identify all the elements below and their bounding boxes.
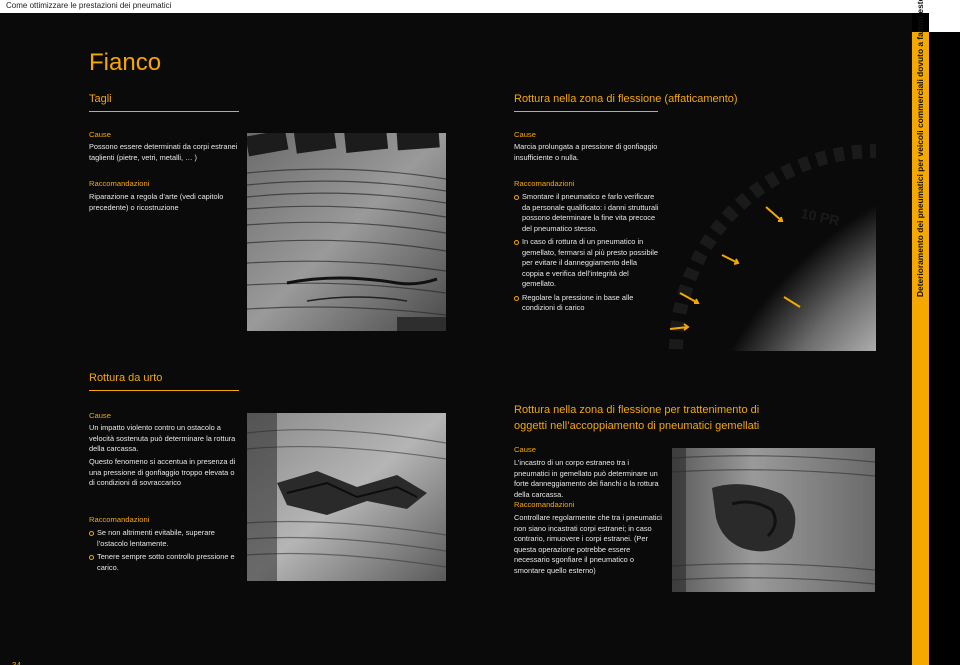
list-item: Se non altrimenti evitabile, superare l’… <box>89 528 239 549</box>
heading-rule <box>89 111 239 112</box>
recommendations-text: Riparazione a regola d’arte (vedi capito… <box>89 192 224 212</box>
recommendations-list: Se non altrimenti evitabile, superare l’… <box>89 528 239 576</box>
recommendations-label: Raccomandazioni <box>89 179 150 188</box>
section-heading-rottura-urto: Rottura da urto <box>89 372 163 384</box>
page-left: Fianco Tagli Cause Possono essere determ… <box>0 13 480 665</box>
photo-cut-sidewall <box>247 133 446 331</box>
tire-dual-damage-illustration <box>672 448 875 592</box>
list-item: Regolare la pressione in base alle condi… <box>514 293 659 314</box>
chapter-tab-label: Deterioramento dei pneumatici per veicol… <box>915 0 925 297</box>
cause-label: Cause <box>89 130 111 139</box>
bullet-icon <box>89 531 94 536</box>
cause-label: Cause <box>514 445 536 454</box>
recommendations-label: Raccomandazioni <box>89 515 150 524</box>
list-item: Smontare il pneumatico e farlo verificar… <box>514 192 659 234</box>
recommendations-label: Raccomandazioni <box>514 500 575 509</box>
heading-rule <box>514 111 658 112</box>
recommendations-text: Controllare regolarmente che tra i pneum… <box>514 513 662 575</box>
page-number: 34 <box>12 661 21 665</box>
cause-label: Cause <box>514 130 536 139</box>
photo-impact-break <box>247 413 446 581</box>
side-rail: Deterioramento dei pneumatici per veicol… <box>912 0 960 665</box>
bullet-icon <box>89 555 94 560</box>
recommendations-list: Smontare il pneumatico e farlo verificar… <box>514 192 659 317</box>
cause-label: Cause <box>89 411 111 420</box>
section-heading-flessione: Rottura nella zona di flessione (affatic… <box>514 93 738 105</box>
running-header: Come ottimizzare le prestazioni dei pneu… <box>0 0 960 13</box>
page-right: Rottura nella zona di flessione (affatic… <box>480 13 948 665</box>
heading-rule <box>89 390 239 391</box>
cause-text-extra: Questo fenomeno si accentua in presenza … <box>89 457 236 487</box>
section-heading-tagli: Tagli <box>89 93 112 105</box>
page-title: Fianco <box>89 49 162 76</box>
tire-sidewall-cut-illustration <box>247 133 446 331</box>
page-spread: Fianco Tagli Cause Possono essere determ… <box>0 13 948 665</box>
recommendations-label: Raccomandazioni <box>514 179 575 188</box>
section-heading-gemellati: Rottura nella zona di flessione per trat… <box>514 404 760 432</box>
tire-impact-break-illustration <box>247 413 446 581</box>
cause-text: Possono essere determinati da corpi estr… <box>89 142 238 162</box>
chapter-tab[interactable]: Deterioramento dei pneumatici per veicol… <box>912 0 929 665</box>
bullet-icon <box>514 295 519 301</box>
cause-text: Un impatto violento contro un ostacolo a… <box>89 423 236 453</box>
photo-dual-trapped-object <box>672 448 875 592</box>
photo-flex-fatigue: 10 PR <box>666 143 876 351</box>
list-item: In caso di rottura di un pneumatico in g… <box>514 237 659 290</box>
list-item: Tenere sempre sotto controllo pressione … <box>89 552 239 573</box>
rail-header-block <box>929 13 960 32</box>
tire-flex-fatigue-illustration: 10 PR <box>666 143 876 351</box>
bullet-icon <box>514 195 519 200</box>
bullet-icon <box>514 240 519 245</box>
running-title: Come ottimizzare le prestazioni dei pneu… <box>6 1 172 10</box>
cause-text: Marcia prolungata a pressione di gonfiag… <box>514 142 658 162</box>
cause-text: L’incastro di un corpo estraneo tra i pn… <box>514 458 659 499</box>
